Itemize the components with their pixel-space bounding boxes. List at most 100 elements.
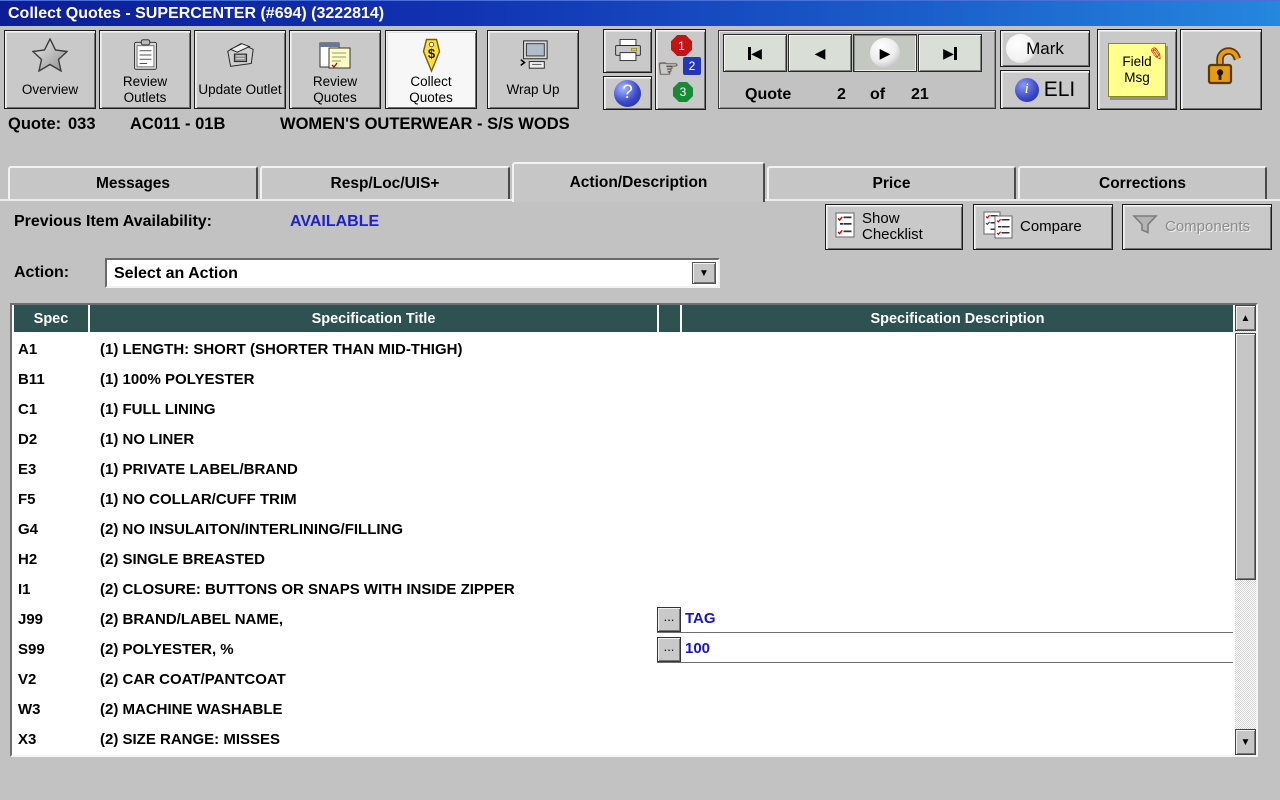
spec-title: (2) CLOSURE: BUTTONS OR SNAPS WITH INSID… xyxy=(100,581,515,598)
mark-button[interactable]: Mark xyxy=(1000,30,1090,67)
spec-title: (1) LENGTH: SHORT (SHORTER THAN MID-THIG… xyxy=(100,341,462,358)
steps-button[interactable]: 1 ☞ 2 3 xyxy=(655,29,706,110)
overview-button[interactable]: Overview xyxy=(4,30,96,109)
action-dropdown-value: Select an Action xyxy=(114,263,238,285)
funnel-icon xyxy=(1132,214,1158,241)
compare-button[interactable]: Compare xyxy=(973,204,1113,250)
desc-underline xyxy=(657,662,1233,663)
table-row[interactable]: D2 (1) NO LINER xyxy=(12,424,1233,454)
eli-button[interactable]: i ELI xyxy=(1000,70,1090,109)
compare-label: Compare xyxy=(1020,219,1082,236)
lock-open-icon xyxy=(1198,46,1244,93)
title-bar[interactable]: Collect Quotes - SUPERCENTER (#694) (322… xyxy=(0,0,1280,26)
wrap-up-button[interactable]: Wrap Up xyxy=(487,30,579,109)
pointing-hand-icon: ☞ xyxy=(657,54,679,84)
spec-code: I1 xyxy=(18,581,31,598)
review-quotes-button[interactable]: Review Quotes xyxy=(289,30,381,109)
table-row[interactable]: F5 (1) NO COLLAR/CUFF TRIM xyxy=(12,484,1233,514)
table-row[interactable]: J99 (2) BRAND/LABEL NAME, ... TAG xyxy=(12,604,1233,634)
spec-code: W3 xyxy=(18,701,41,718)
spec-table-rows: A1 (1) LENGTH: SHORT (SHORTER THAN MID-T… xyxy=(12,334,1233,754)
table-row[interactable]: B11 (1) 100% POLYESTER xyxy=(12,364,1233,394)
table-row[interactable]: I1 (2) CLOSURE: BUTTONS OR SNAPS WITH IN… xyxy=(12,574,1233,604)
print-button[interactable] xyxy=(603,29,652,73)
table-row[interactable]: W3 (2) MACHINE WASHABLE xyxy=(12,694,1233,724)
tab-label: Resp/Loc/UIS+ xyxy=(331,175,440,193)
lock-button[interactable] xyxy=(1180,29,1262,110)
mark-label: Mark xyxy=(1026,39,1064,59)
tab-action-description[interactable]: Action/Description xyxy=(512,162,765,202)
ellipsis-button[interactable]: ... xyxy=(657,607,681,632)
tab-label: Action/Description xyxy=(570,174,708,192)
spec-description: 100 xyxy=(685,640,710,657)
tab-price[interactable]: Price xyxy=(767,166,1016,199)
clipboard-icon xyxy=(132,36,159,74)
field-msg-line2: Msg xyxy=(1124,70,1150,86)
toolbar-button-label: Update Outlet xyxy=(198,74,281,105)
previous-icon: ◀ xyxy=(815,45,826,62)
show-checklist-button[interactable]: Show Checklist xyxy=(825,204,963,250)
printer-icon xyxy=(613,37,643,66)
window-title: Collect Quotes - SUPERCENTER (#694) (322… xyxy=(8,5,384,22)
table-row[interactable]: C1 (1) FULL LINING xyxy=(12,394,1233,424)
column-header-description: Specification Description xyxy=(682,305,1233,332)
price-tag-icon: $ xyxy=(419,36,444,74)
toolbar-button-label: Review Quotes xyxy=(292,74,378,105)
star-icon xyxy=(32,36,68,74)
table-row[interactable]: X3 (2) SIZE RANGE: MISSES xyxy=(12,724,1233,754)
spec-table: Spec Specification Title Specification D… xyxy=(10,303,1258,757)
vertical-scrollbar[interactable]: ▲ ▼ xyxy=(1235,305,1256,755)
scroll-thumb[interactable] xyxy=(1235,333,1256,580)
ellipsis-button[interactable]: ... xyxy=(657,637,681,662)
spec-code: G4 xyxy=(18,521,38,538)
scroll-down-button[interactable]: ▼ xyxy=(1235,729,1256,755)
quote-counter-current: 2 xyxy=(837,86,846,104)
action-label: Action: xyxy=(14,264,69,282)
spec-code: S99 xyxy=(18,641,45,658)
column-header-edit xyxy=(659,305,680,332)
spec-title: (2) MACHINE WASHABLE xyxy=(100,701,283,718)
table-row[interactable]: H2 (2) SINGLE BREASTED xyxy=(12,544,1233,574)
quote-counter-label: Quote xyxy=(745,86,791,104)
previous-quote-button[interactable]: ◀ xyxy=(788,34,852,72)
first-quote-button[interactable]: ◀ xyxy=(723,34,787,72)
table-row[interactable]: V2 (2) CAR COAT/PANTCOAT xyxy=(12,664,1233,694)
sticky-note-icon: Field Msg ✎ xyxy=(1108,43,1166,97)
spec-title: (2) SIZE RANGE: MISSES xyxy=(100,731,280,748)
last-icon xyxy=(954,47,957,60)
scroll-up-button[interactable]: ▲ xyxy=(1235,305,1256,331)
quote-navigation: ◀ ◀ ▶ ▶ Quote 2 of 21 xyxy=(718,30,996,109)
action-dropdown[interactable]: Select an Action ▼ xyxy=(105,258,720,288)
documents-icon xyxy=(319,36,351,74)
tab-messages[interactable]: Messages xyxy=(8,166,258,199)
review-outlets-button[interactable]: Review Outlets xyxy=(99,30,191,109)
quote-counter-total: 21 xyxy=(911,86,929,104)
tab-label: Messages xyxy=(96,175,170,193)
quote-counter-of: of xyxy=(870,86,885,104)
last-quote-button[interactable]: ▶ xyxy=(918,34,982,72)
show-checklist-label: Show Checklist xyxy=(862,211,923,244)
spec-title: (1) 100% POLYESTER xyxy=(100,371,255,388)
table-row[interactable]: A1 (1) LENGTH: SHORT (SHORTER THAN MID-T… xyxy=(12,334,1233,364)
step-3-badge: 3 xyxy=(673,82,693,102)
tab-resp-loc-uis[interactable]: Resp/Loc/UIS+ xyxy=(260,166,510,199)
column-header-spec: Spec xyxy=(14,305,88,332)
help-button[interactable]: ? xyxy=(603,76,652,110)
table-row[interactable]: E3 (1) PRIVATE LABEL/BRAND xyxy=(12,454,1233,484)
spec-code: X3 xyxy=(18,731,36,748)
prev-availability-label: Previous Item Availability: xyxy=(14,213,212,231)
table-row[interactable]: S99 (2) POLYESTER, % ... 100 xyxy=(12,634,1233,664)
compare-icon xyxy=(983,211,1013,244)
next-quote-button[interactable]: ▶ xyxy=(853,34,917,72)
tab-corrections[interactable]: Corrections xyxy=(1018,166,1267,199)
components-button[interactable]: Components xyxy=(1122,204,1272,250)
chevron-down-icon[interactable]: ▼ xyxy=(692,262,716,284)
update-outlet-button[interactable]: Update Outlet xyxy=(194,30,286,109)
spec-code: J99 xyxy=(18,611,43,628)
quote-line-code: AC011 - 01B xyxy=(130,115,225,134)
collect-quotes-button[interactable]: $ Collect Quotes xyxy=(385,30,477,109)
field-msg-button[interactable]: Field Msg ✎ xyxy=(1097,29,1177,110)
components-label: Components xyxy=(1165,219,1250,236)
spec-code: C1 xyxy=(18,401,37,418)
table-row[interactable]: G4 (2) NO INSULAITON/INTERLINING/FILLING xyxy=(12,514,1233,544)
